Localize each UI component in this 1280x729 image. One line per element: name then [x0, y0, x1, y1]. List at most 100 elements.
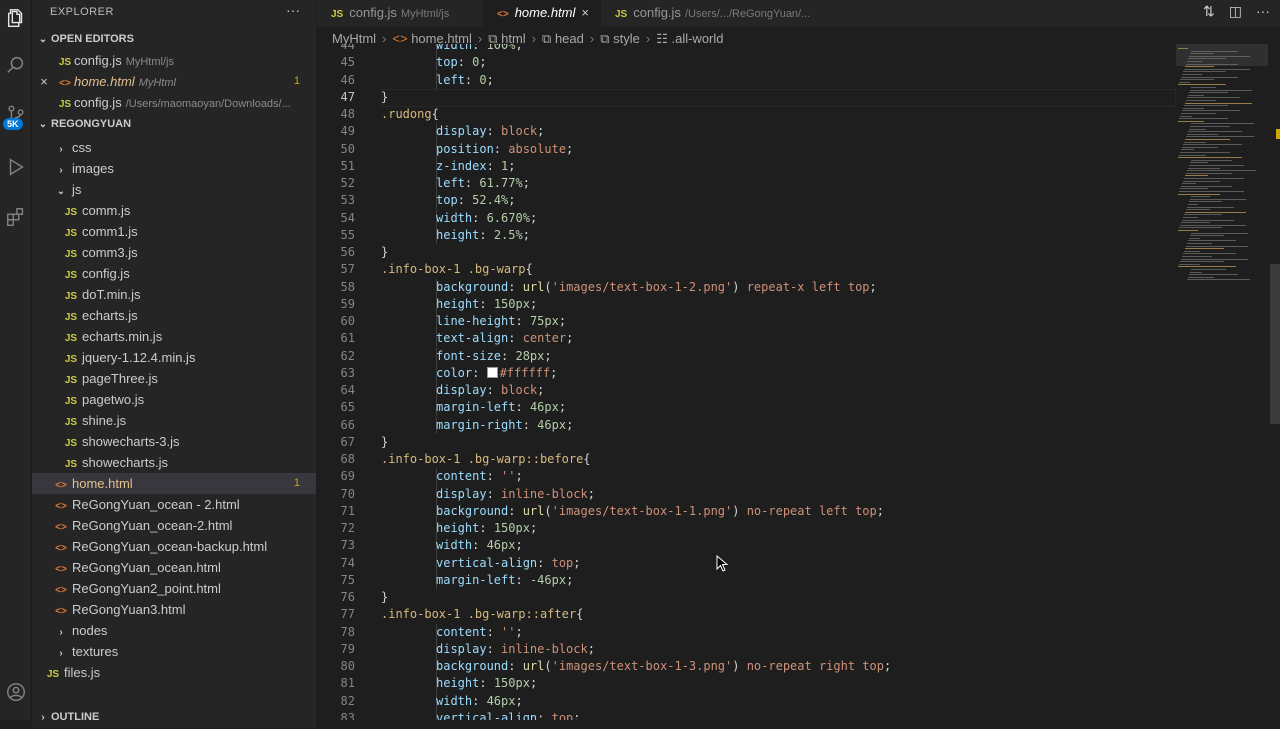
tree-item-images[interactable]: › images [32, 158, 316, 179]
tree-item-pagethree-js[interactable]: JS pageThree.js [32, 368, 316, 389]
tree-item-css[interactable]: › css [32, 137, 316, 158]
code-token: ; [479, 55, 487, 70]
tab-config-js[interactable]: JS config.js/Users/.../ReGongYuan/... [601, 0, 831, 26]
tree-item-home-html[interactable]: <> home.html 1 [32, 473, 316, 494]
extensions-icon[interactable] [0, 202, 31, 232]
code-line[interactable]: 48 .rudong{ [317, 106, 1177, 123]
code-line[interactable]: 63 color: #ffffff; [317, 364, 1177, 382]
code-line[interactable]: 68 .info-box-1 .bg-warp::before{ [317, 451, 1177, 468]
tree-item-config-js[interactable]: JS config.js [32, 263, 316, 284]
code-line[interactable]: 54 width: 6.670%; [317, 209, 1177, 227]
tree-item-regongyuan-ocean-2-html[interactable]: <> ReGongYuan_ocean - 2.html [32, 494, 316, 515]
account-icon[interactable] [0, 677, 31, 707]
code-text: left: 0; [436, 72, 494, 89]
project-header[interactable]: ⌄ REGONGYUAN [32, 113, 316, 135]
code-line[interactable]: 56} [317, 244, 1177, 261]
tree-item-regongyuan-ocean-backup-html[interactable]: <> ReGongYuan_ocean-backup.html [32, 536, 316, 557]
code-line[interactable]: 67} [317, 434, 1177, 451]
tree-item-regongyuan3-html[interactable]: <> ReGongYuan3.html [32, 599, 316, 620]
code-line[interactable]: 59 height: 150px; [317, 295, 1177, 313]
code-line[interactable]: 44 width: 100%; [317, 44, 1177, 54]
code-line[interactable]: 57 .info-box-1 .bg-warp{ [317, 261, 1177, 278]
tree-item-js[interactable]: ⌄ js [32, 179, 316, 200]
tree-item-comm1-js[interactable]: JS comm1.js [32, 221, 316, 242]
code-line[interactable]: 78 content: ''; [317, 623, 1177, 641]
tree-item-shine-js[interactable]: JS shine.js [32, 410, 316, 431]
code-line[interactable]: 53 top: 52.4%; [317, 192, 1177, 210]
chevron-right-icon: › [59, 627, 63, 638]
tree-item-comm3-js[interactable]: JS comm3.js [32, 242, 316, 263]
code-line[interactable]: 61 text-align: center; [317, 330, 1177, 348]
tab-home-html[interactable]: <> home.html × [483, 0, 601, 26]
more-actions-icon[interactable]: ··· [286, 2, 300, 18]
more-actions-icon[interactable]: ··· [1256, 3, 1270, 20]
code-line[interactable]: 70 display: inline-block; [317, 485, 1177, 503]
tree-item-echarts-js[interactable]: JS echarts.js [32, 305, 316, 326]
outline-header[interactable]: › OUTLINE [32, 706, 316, 728]
code-line[interactable]: 45 top: 0; [317, 54, 1177, 72]
tree-item-echarts-min-js[interactable]: JS echarts.min.js [32, 326, 316, 347]
compare-icon[interactable]: ⇅ [1203, 3, 1215, 20]
editor-tabs: ⇅ ◫ ··· JS config.js MyHtml/js <> home.html ×… [317, 0, 1280, 26]
code-line[interactable]: 72 height: 150px; [317, 520, 1177, 537]
scrollbar-thumb[interactable] [1270, 264, 1280, 424]
tree-item-pagetwo-js[interactable]: JS pagetwo.js [32, 389, 316, 410]
open-editor-item[interactable]: JS config.js MyHtml/js [32, 50, 316, 71]
code-token: : [508, 279, 523, 294]
open-editors-header[interactable]: ⌄ OPEN EDITORS [32, 28, 316, 50]
code-line[interactable]: 50 position: absolute; [317, 140, 1177, 158]
code-line[interactable]: 46 left: 0; [317, 71, 1177, 89]
tree-item-regongyuan-ocean-2-html[interactable]: <> ReGongYuan_ocean-2.html [32, 515, 316, 536]
tree-item-showecharts-3-js[interactable]: JS showecharts-3.js [32, 431, 316, 452]
code-token: margin-left [436, 400, 516, 415]
split-editor-icon[interactable]: ◫ [1229, 3, 1242, 20]
code-line[interactable]: 51 z-index: 1; [317, 157, 1177, 175]
code-line[interactable]: 52 left: 61.77%; [317, 175, 1177, 192]
tree-item-files-js[interactable]: JS files.js [32, 662, 316, 683]
vertical-scrollbar[interactable] [1270, 44, 1280, 720]
code-line[interactable]: 76} [317, 589, 1177, 606]
tree-item-regongyuan-ocean-html[interactable]: <> ReGongYuan_ocean.html [32, 557, 316, 578]
code-line[interactable]: 58 background: url('images/text-box-1-2.p… [317, 278, 1177, 296]
search-icon[interactable] [0, 50, 31, 80]
code-line[interactable]: 75 margin-left: -46px; [317, 571, 1177, 589]
tree-item-showecharts-js[interactable]: JS showecharts.js [32, 452, 316, 473]
code-line[interactable]: 60 line-height: 75px; [317, 313, 1177, 330]
code-line[interactable]: 73 width: 46px; [317, 537, 1177, 555]
code-line[interactable]: 69 content: ''; [317, 468, 1177, 486]
code-line[interactable]: 47} [317, 88, 1177, 107]
code-line[interactable]: 49 display: block; [317, 123, 1177, 141]
code-line[interactable]: 80 background: url('images/text-box-1-3.p… [317, 658, 1177, 675]
tree-item-comm-js[interactable]: JS comm.js [32, 200, 316, 221]
code-line[interactable]: 65 margin-left: 46px; [317, 399, 1177, 417]
color-swatch[interactable] [486, 366, 498, 378]
code-line[interactable]: 64 display: block; [317, 382, 1177, 399]
code-line[interactable]: 82 width: 46px; [317, 692, 1177, 710]
code-editor[interactable]: 44 width: 100%; 45 top: 0; 46 left: 0; 47} 48 .r… [317, 44, 1177, 720]
tree-item-textures[interactable]: › textures [32, 641, 316, 662]
code-token: : [537, 555, 552, 570]
code-line[interactable]: 62 font-size: 28px; [317, 347, 1177, 365]
chevron-right-icon: › [59, 648, 63, 659]
run-debug-icon[interactable] [0, 152, 31, 182]
tree-item-nodes[interactable]: › nodes [32, 620, 316, 641]
tree-item-regongyuan2-point-html[interactable]: <> ReGongYuan2_point.html [32, 578, 316, 599]
code-line[interactable]: 77 .info-box-1 .bg-warp::after{ [317, 606, 1177, 623]
code-line[interactable]: 81 height: 150px; [317, 675, 1177, 693]
code-line[interactable]: 55 height: 2.5%; [317, 226, 1177, 244]
minimap[interactable] [1176, 44, 1268, 720]
tab-config-js[interactable]: JS config.js MyHtml/js [317, 0, 483, 26]
code-line[interactable]: 66 margin-right: 46px; [317, 416, 1177, 434]
close-icon[interactable]: × [32, 71, 56, 92]
code-line[interactable]: 79 display: inline-block; [317, 640, 1177, 658]
tree-item-dot-min-js[interactable]: JS doT.min.js [32, 284, 316, 305]
line-number: 57 [340, 262, 355, 277]
code-line[interactable]: 74 vertical-align: top; [317, 554, 1177, 572]
explorer-icon[interactable] [0, 3, 31, 33]
code-line[interactable]: 83 vertical-align: top; [317, 709, 1177, 720]
tree-item-jquery-1-12-4-min-js[interactable]: JS jquery-1.12.4.min.js [32, 347, 316, 368]
open-editor-item[interactable]: × <> home.html MyHtml 1 [32, 71, 316, 92]
code-line[interactable]: 71 background: url('images/text-box-1-1.p… [317, 502, 1177, 520]
close-icon[interactable]: × [581, 5, 589, 20]
open-editor-item[interactable]: JS config.js/Users/maomaoyan/Downloads/..… [32, 92, 316, 113]
